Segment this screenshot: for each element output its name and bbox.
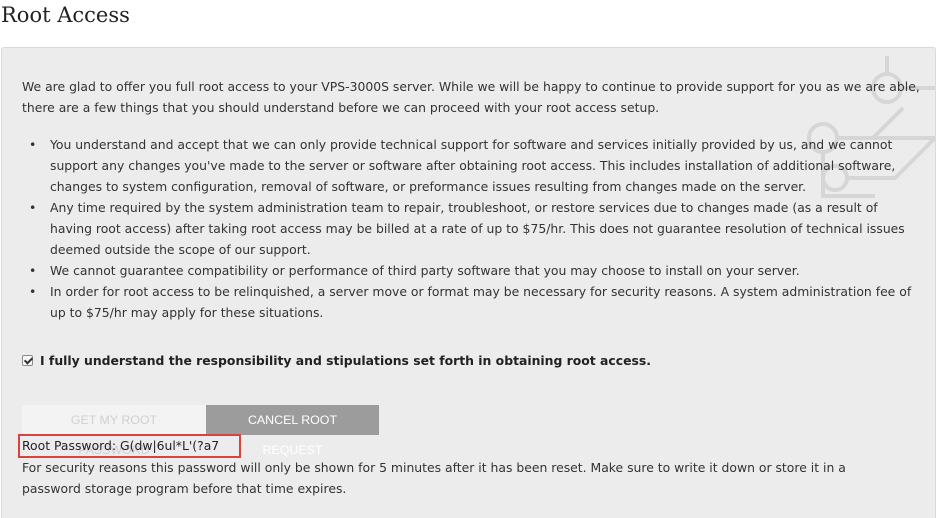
terms-list: • You understand and accept that we can … bbox=[22, 134, 922, 323]
terms-item-text: Any time required by the system administ… bbox=[50, 200, 905, 257]
root-password-display: Root Password: G(dw|6ul*L'(?a7 bbox=[22, 436, 219, 456]
terms-item: • Any time required by the system admini… bbox=[22, 197, 922, 260]
acknowledgement-row: I fully understand the responsibility an… bbox=[22, 350, 651, 371]
terms-item: • In order for root access to be relinqu… bbox=[22, 281, 922, 323]
security-note: For security reasons this password will … bbox=[22, 460, 846, 496]
get-root-password-button[interactable]: GET MY ROOT PASSWORD bbox=[22, 405, 206, 457]
terms-item-text: We cannot guarantee compatibility or per… bbox=[50, 263, 800, 278]
bullet-icon: • bbox=[29, 200, 37, 215]
page-title: Root Access bbox=[1, 3, 130, 27]
intro-text: We are glad to offer you full root acces… bbox=[22, 79, 920, 115]
root-password-value: G(dw|6ul*L'(?a7 bbox=[120, 438, 220, 453]
bullet-icon: • bbox=[29, 137, 37, 152]
root-password-label: Root Password: bbox=[22, 438, 117, 453]
terms-item-text: In order for root access to be relinquis… bbox=[50, 284, 912, 320]
bullet-icon: • bbox=[29, 263, 37, 278]
button-row: GET MY ROOT PASSWORD CANCEL ROOT REQUEST bbox=[22, 405, 379, 457]
terms-item: • We cannot guarantee compatibility or p… bbox=[22, 260, 922, 281]
cancel-root-request-button[interactable]: CANCEL ROOT REQUEST bbox=[206, 405, 379, 457]
terms-item-text: You understand and accept that we can on… bbox=[50, 137, 896, 194]
root-access-page: Root Access We are glad to offer you ful… bbox=[0, 0, 939, 518]
acknowledgement-checkbox[interactable] bbox=[22, 355, 33, 366]
terms-item: • You understand and accept that we can … bbox=[22, 134, 922, 197]
root-access-panel: We are glad to offer you full root acces… bbox=[1, 47, 936, 518]
acknowledgement-label[interactable]: I fully understand the responsibility an… bbox=[40, 350, 651, 371]
bullet-icon: • bbox=[29, 284, 37, 299]
